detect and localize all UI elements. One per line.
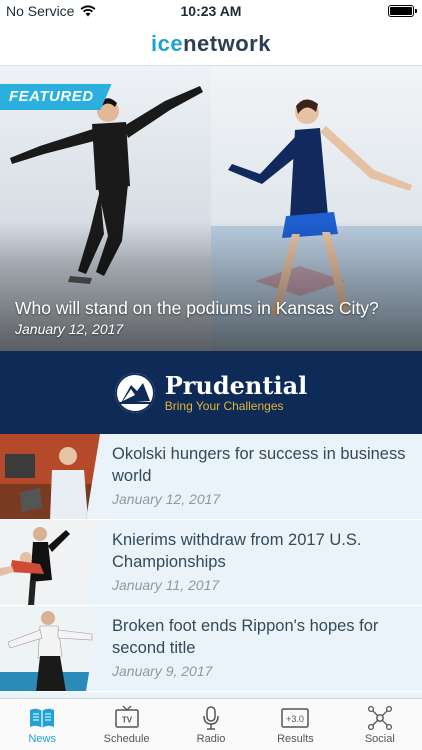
news-date: January 12, 2017	[112, 491, 221, 507]
app-header: icenetwork	[0, 22, 422, 66]
network-icon	[367, 705, 392, 731]
featured-badge: FEATURED	[0, 84, 112, 110]
news-thumbnail-office	[0, 434, 100, 519]
ad-tagline: Bring Your Challenges	[164, 398, 284, 413]
tab-bar: News TV Schedule Radio +3.0 Results Soci…	[0, 698, 422, 750]
prudential-rock-logo-icon	[114, 372, 155, 413]
featured-story[interactable]: FEATURED Who will stand on the podiums i…	[0, 66, 422, 351]
status-bar: No Service 10:23 AM	[0, 0, 422, 22]
news-date: January 9, 2017	[112, 663, 213, 679]
tab-results[interactable]: +3.0 Results	[253, 699, 337, 750]
news-text: Okolski hungers for success in business …	[100, 434, 422, 519]
tab-social[interactable]: Social	[338, 699, 422, 750]
news-title[interactable]: Knierims withdraw from 2017 U.S. Champio…	[112, 529, 412, 573]
news-title[interactable]: Broken foot ends Rippon's hopes for seco…	[112, 615, 412, 659]
news-item[interactable]: Okolski hungers for success in business …	[0, 434, 422, 520]
ad-brand: Prudential	[164, 370, 308, 400]
news-text: Knierims withdraw from 2017 U.S. Champio…	[100, 520, 422, 605]
news-list[interactable]: Okolski hungers for success in business …	[0, 434, 422, 698]
logo-ice: ice	[151, 30, 184, 56]
tab-label: News	[28, 733, 56, 745]
tv-icon: TV	[114, 705, 139, 728]
scoreboard-icon-text: +3.0	[287, 714, 305, 724]
battery-icon	[388, 5, 417, 17]
featured-title[interactable]: Who will stand on the podiums in Kansas …	[15, 298, 379, 319]
news-thumbnail-pairs	[0, 520, 100, 605]
news-date: January 11, 2017	[112, 577, 220, 593]
tab-label: Results	[277, 733, 314, 745]
news-thumbnail-rippon	[0, 606, 100, 691]
news-item[interactable]: Knierims withdraw from 2017 U.S. Champio…	[0, 520, 422, 606]
svg-text:TV: TV	[121, 716, 132, 725]
logo-network: network	[183, 30, 271, 56]
news-text: Broken foot ends Rippon's hopes for seco…	[100, 606, 422, 691]
tab-schedule[interactable]: TV Schedule	[84, 699, 168, 750]
tab-label: Schedule	[103, 733, 150, 745]
ad-text: Prudential Bring Your Challenges	[164, 370, 308, 413]
tab-radio[interactable]: Radio	[169, 699, 253, 750]
microphone-icon	[203, 706, 219, 730]
tab-label: Social	[364, 733, 395, 745]
news-item[interactable]: Broken foot ends Rippon's hopes for seco…	[0, 606, 422, 692]
news-title[interactable]: Okolski hungers for success in business …	[112, 443, 412, 487]
prudential-ad-banner[interactable]: Prudential Bring Your Challenges	[0, 351, 422, 434]
icenetwork-logo[interactable]: icenetwork	[151, 31, 271, 57]
tab-label: Radio	[196, 733, 226, 745]
tab-news[interactable]: News	[0, 699, 84, 750]
featured-date: January 12, 2017	[15, 321, 124, 337]
news-icon	[30, 708, 55, 728]
scoreboard-icon: +3.0	[281, 708, 310, 728]
status-time: 10:23 AM	[180, 3, 242, 19]
